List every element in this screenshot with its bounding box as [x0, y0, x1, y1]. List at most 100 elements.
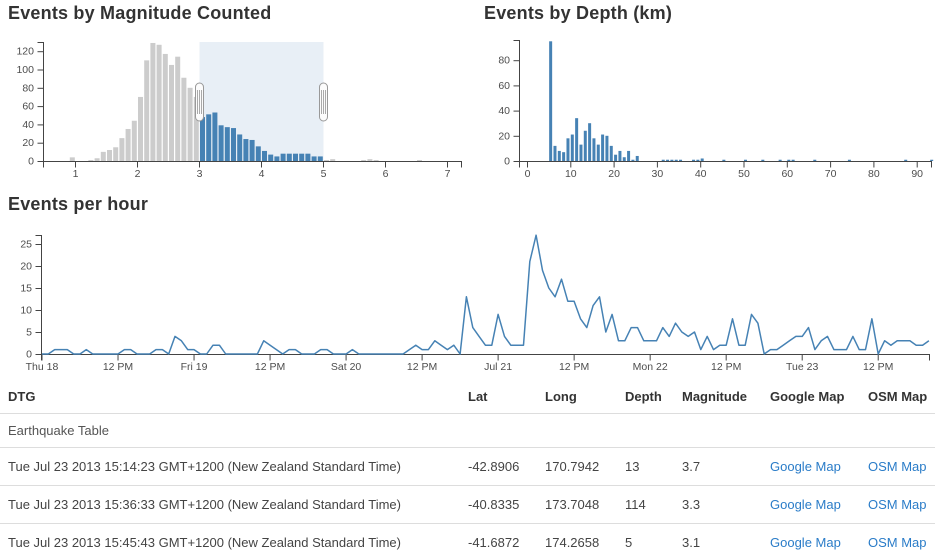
depth-bar [787, 159, 791, 161]
cell-magnitude: 3.7 [674, 447, 762, 486]
x-tick-label: 20 [608, 168, 620, 180]
col-header-depth: Depth [617, 380, 674, 414]
magnitude-bar [175, 56, 181, 161]
cell-long: 174.2658 [537, 523, 617, 560]
x-axis [41, 354, 930, 361]
magnitude-bar [317, 156, 323, 161]
x-tick-label: 90 [911, 168, 923, 180]
x-tick-label: 12 PM [863, 361, 893, 373]
depth-bar [605, 135, 609, 161]
depth-bar [661, 159, 665, 161]
y-axis [35, 235, 42, 355]
magnitude-bar [69, 157, 75, 161]
google-map-link[interactable]: Google Map [770, 459, 841, 474]
depth-bar [778, 159, 782, 161]
osm-map-link[interactable]: OSM Map [868, 459, 927, 474]
magnitude-bar [231, 128, 236, 161]
depth-bar [618, 150, 622, 161]
cell-lat: -40.8335 [460, 485, 537, 524]
events-per-hour-chart[interactable]: 0 5 10 15 20 25 Thu 18 12 PM Fri 19 12 PM Sat 20 12… [0, 190, 935, 382]
magnitude-bar [311, 156, 317, 161]
cell-depth: 13 [617, 447, 674, 486]
magnitude-bar [249, 139, 255, 161]
depth-histogram-chart[interactable]: 0 20 40 60 80 0 10 20 30 40 50 60 70 80 90 [465, 0, 935, 186]
y-tick-label: 10 [20, 305, 32, 317]
brush-handle-west[interactable] [195, 82, 204, 122]
x-tick-label: 30 [652, 168, 664, 180]
magnitude-bar [274, 156, 280, 161]
osm-map-link[interactable]: OSM Map [868, 497, 927, 512]
x-tick-label: Tue 23 [786, 361, 818, 373]
depth-bar [679, 159, 683, 161]
table-group-label: Earthquake Table [0, 413, 935, 448]
x-tick-label: Sat 20 [331, 361, 362, 373]
x-tick-label: Jul 21 [484, 361, 512, 373]
magnitude-bar [361, 160, 367, 161]
y-tick-label: 15 [20, 283, 32, 295]
y-tick-label: 80 [22, 82, 34, 94]
x-tick-label: 0 [525, 168, 531, 180]
depth-bar [583, 130, 587, 161]
magnitude-bar [218, 125, 224, 161]
depth-bar [588, 123, 592, 161]
y-tick-label: 20 [22, 137, 34, 149]
y-tick-label: 25 [20, 239, 32, 251]
cell-osm-map: OSM Map [860, 485, 935, 524]
cell-magnitude: 3.3 [674, 485, 762, 524]
depth-bar [631, 159, 635, 161]
cell-depth: 5 [617, 523, 674, 560]
depth-bar [847, 159, 851, 161]
y-tick-label: 40 [22, 119, 34, 131]
x-tick-label: 12 PM [103, 361, 133, 373]
depth-bar [674, 159, 678, 161]
y-tick-label: 100 [16, 64, 34, 76]
col-header-lat: Lat [460, 380, 537, 414]
x-tick-label: Mon 22 [633, 361, 668, 373]
x-tick-label: 12 PM [407, 361, 437, 373]
google-map-link[interactable]: Google Map [770, 535, 841, 550]
magnitude-bar [88, 160, 94, 161]
brush-handle-east[interactable] [319, 82, 328, 122]
brush-extent[interactable] [199, 42, 324, 161]
depth-bar [601, 134, 605, 161]
x-tick-label: 60 [781, 168, 793, 180]
depth-bar [596, 144, 600, 161]
magnitude-bar [100, 151, 106, 161]
magnitude-bar [324, 160, 329, 161]
magnitude-bar [224, 127, 230, 161]
magnitude-bar [262, 150, 267, 161]
x-tick-label: 5 [321, 168, 327, 180]
google-map-link[interactable]: Google Map [770, 497, 841, 512]
magnitude-bar [119, 138, 125, 161]
x-tick-label: 3 [197, 168, 203, 180]
magnitude-bar [206, 114, 212, 161]
x-tick-label: 1 [73, 168, 79, 180]
osm-map-link[interactable]: OSM Map [868, 535, 927, 550]
magnitude-bar [293, 153, 298, 161]
x-axis [519, 161, 932, 168]
depth-bar [575, 118, 579, 161]
y-tick-label: 0 [26, 349, 32, 361]
earthquake-table: DTG Lat Long Depth Magnitude Google Map OSM Ma… [0, 380, 935, 560]
table-header-row: DTG Lat Long Depth Magnitude Google Map OSM Ma… [0, 380, 935, 414]
depth-bar [813, 159, 817, 161]
depth-bar [557, 150, 561, 161]
y-tick-label: 60 [22, 101, 34, 113]
depth-bar [791, 159, 795, 161]
depth-bar [592, 138, 596, 161]
magnitude-bar [187, 87, 193, 161]
x-tick-label: 2 [135, 168, 141, 180]
depth-bar [722, 159, 726, 161]
depth-bar [579, 144, 583, 161]
x-tick-label: 12 PM [711, 361, 741, 373]
magnitude-bar [150, 42, 156, 162]
magnitude-bar [200, 117, 205, 161]
cell-google-map: Google Map [762, 523, 860, 560]
table-row: Tue Jul 23 2013 15:45:43 GMT+1200 (New Z… [0, 523, 935, 560]
y-tick-label: 60 [498, 80, 510, 92]
y-tick-label: 40 [498, 105, 510, 117]
magnitude-histogram-chart[interactable]: 0 20 40 60 80 100 120 1 2 3 4 5 6 7 [0, 0, 470, 186]
depth-bar [666, 159, 670, 161]
y-tick-label: 0 [504, 156, 510, 168]
x-tick-label: 7 [445, 168, 451, 180]
